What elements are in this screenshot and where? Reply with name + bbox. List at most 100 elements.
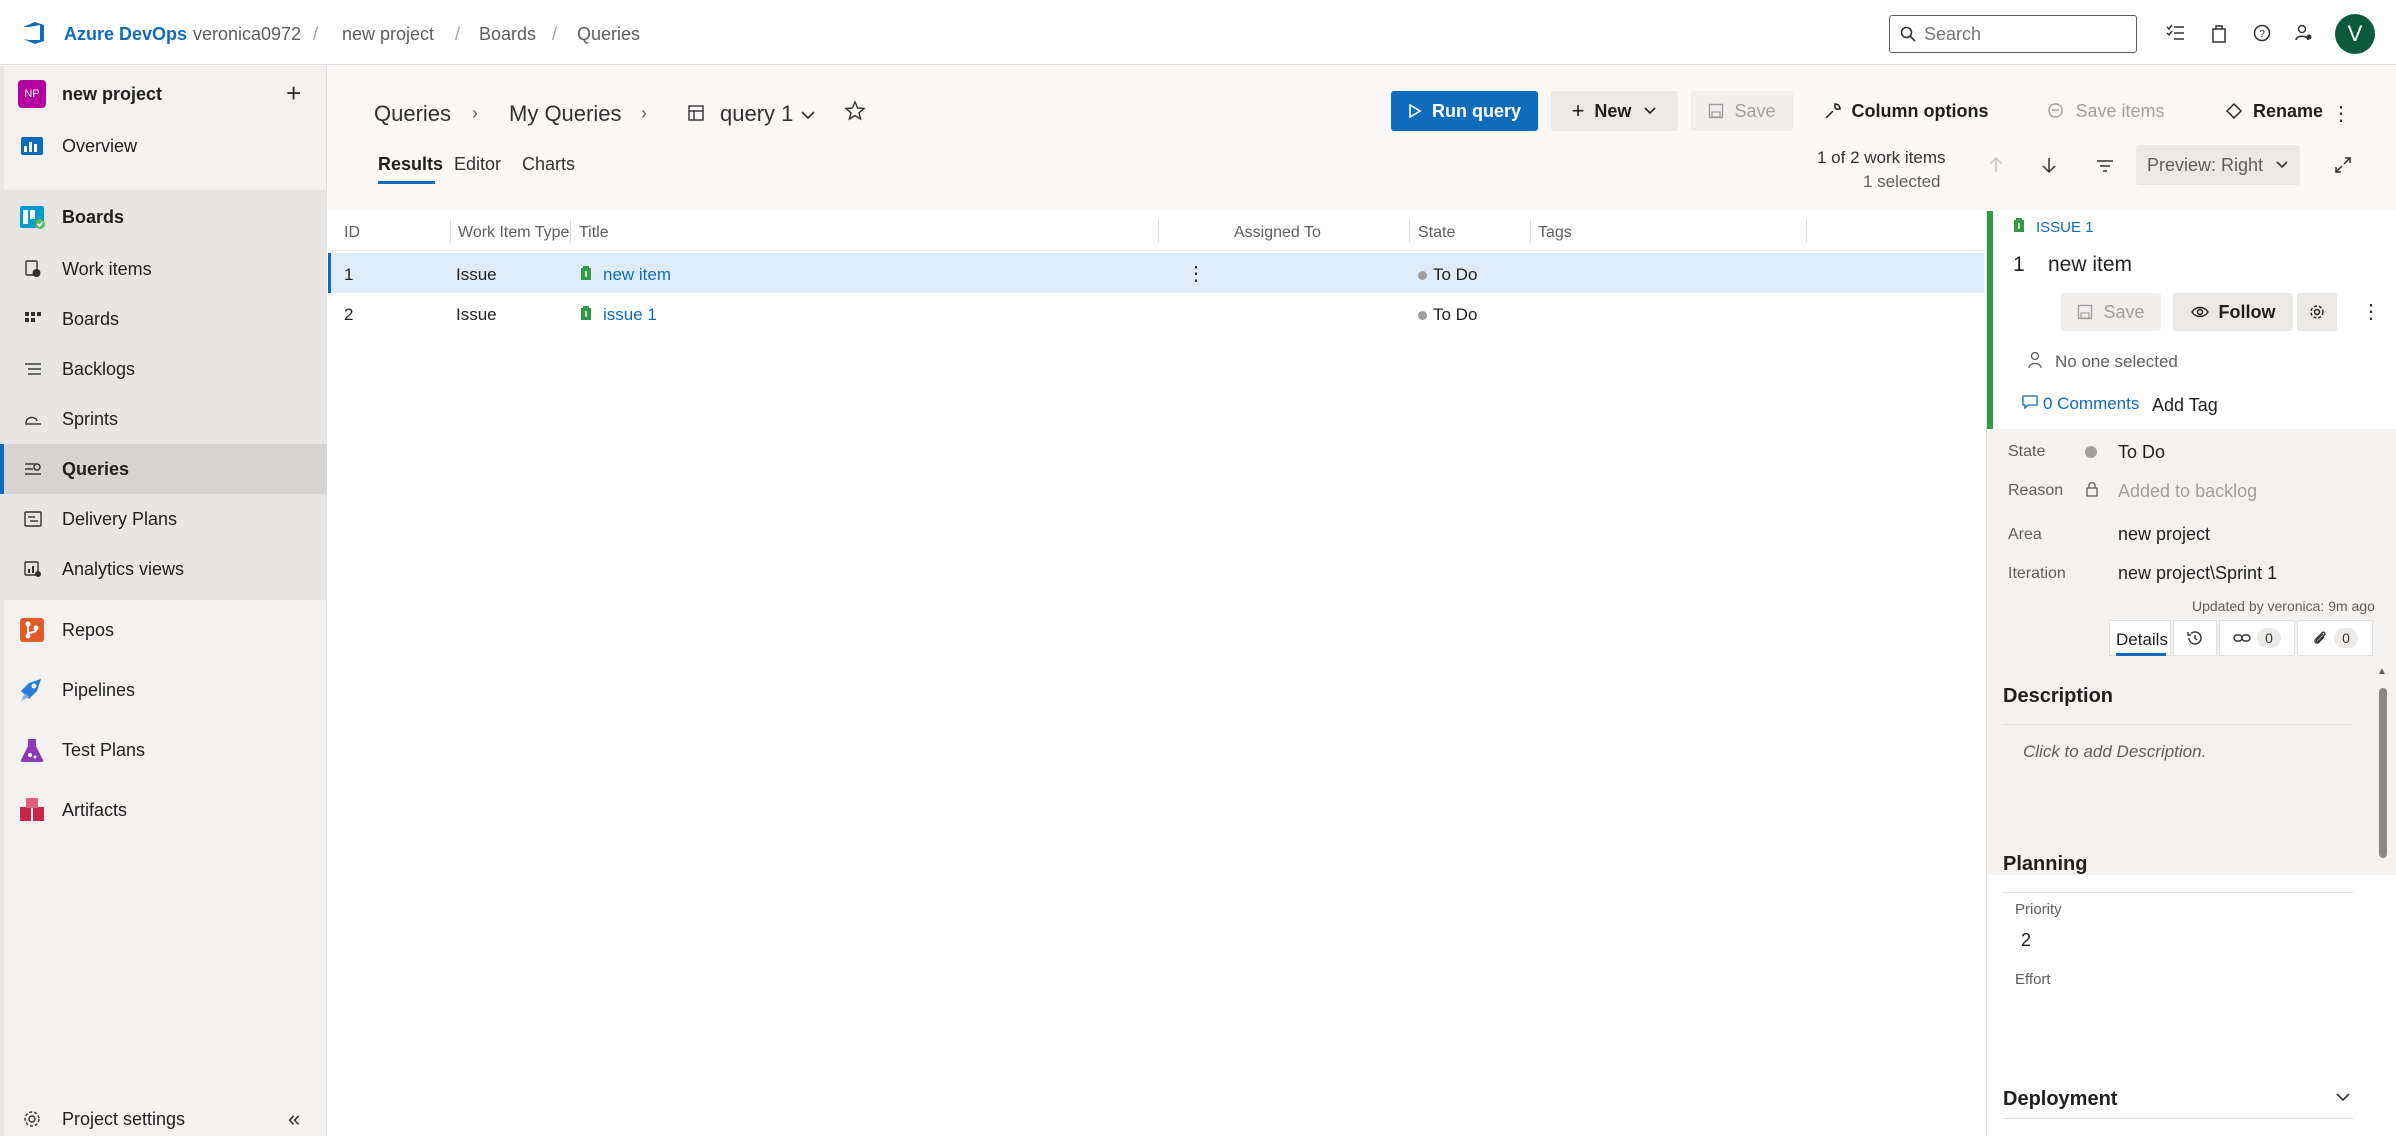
- state-value[interactable]: To Do: [2118, 442, 2165, 463]
- gear-icon: [2309, 304, 2325, 320]
- details-tab[interactable]: Details: [2109, 620, 2171, 656]
- assigned-to-field[interactable]: No one selected: [2055, 352, 2178, 372]
- panel-more-icon[interactable]: ⋮: [2361, 299, 2381, 324]
- scroll-up-icon[interactable]: ▲: [2377, 666, 2387, 677]
- favorite-star-icon[interactable]: [844, 100, 866, 127]
- sidebar-item-label: Artifacts: [62, 799, 128, 820]
- chevron-down-icon[interactable]: [800, 106, 816, 126]
- save-items-button[interactable]: Save items: [2018, 91, 2194, 131]
- table-row[interactable]: 2 Issue issue 1 To Do: [328, 293, 1984, 333]
- cell-state: To Do: [1418, 305, 1477, 325]
- settings-button[interactable]: [2297, 293, 2337, 331]
- sidebar-item-work-items[interactable]: Work items: [0, 244, 327, 294]
- search-box[interactable]: [1889, 15, 2137, 53]
- sidebar-item-analytics-views[interactable]: Analytics views: [0, 544, 327, 594]
- column-header-tags[interactable]: Tags: [1538, 224, 1572, 242]
- deployment-heading[interactable]: Deployment: [2003, 1088, 2117, 1111]
- comments-link[interactable]: 0 Comments: [2043, 394, 2139, 414]
- tab-editor[interactable]: Editor: [454, 154, 501, 175]
- column-header-type[interactable]: Work Item Type: [458, 224, 569, 242]
- planning-heading[interactable]: Planning: [2003, 853, 2087, 876]
- column-header-state[interactable]: State: [1418, 224, 1455, 242]
- panel-scrollbar[interactable]: [2379, 688, 2387, 858]
- breadcrumb-page[interactable]: Queries: [577, 24, 640, 45]
- filter-icon[interactable]: [2096, 158, 2114, 179]
- add-icon[interactable]: +: [286, 78, 301, 109]
- area-value[interactable]: new project: [2118, 524, 2210, 545]
- rename-button[interactable]: Rename: [2204, 91, 2344, 131]
- add-tag-button[interactable]: Add Tag: [2152, 395, 2218, 416]
- sidebar-item-backlogs[interactable]: Backlogs: [0, 344, 327, 394]
- project-settings[interactable]: Project settings «: [0, 1102, 327, 1136]
- sidebar-item-pipelines[interactable]: Pipelines: [0, 660, 327, 720]
- column-header-id[interactable]: ID: [344, 224, 360, 242]
- user-avatar[interactable]: V: [2335, 14, 2375, 54]
- updated-by-link[interactable]: Updated by veronica: 9m ago: [2192, 598, 2375, 614]
- sidebar-item-test-plans[interactable]: Test Plans: [0, 720, 327, 780]
- sidebar-item-overview[interactable]: Overview: [0, 122, 327, 170]
- follow-button[interactable]: Follow: [2173, 293, 2293, 331]
- breadcrumb-project[interactable]: new project: [342, 24, 434, 45]
- history-tab[interactable]: [2173, 620, 2217, 656]
- sidebar-item-repos[interactable]: Repos: [0, 600, 327, 660]
- marketplace-bag-icon[interactable]: [2208, 22, 2230, 44]
- collapse-sidebar-icon[interactable]: «: [288, 1106, 300, 1132]
- column-header-title[interactable]: Title: [579, 224, 609, 242]
- user-settings-icon[interactable]: [2293, 22, 2315, 44]
- column-divider[interactable]: [1158, 219, 1159, 243]
- azure-devops-logo-icon[interactable]: [20, 19, 48, 47]
- panel-save-button[interactable]: Save: [2061, 293, 2161, 331]
- sidebar-item-sprints[interactable]: Sprints: [0, 394, 327, 444]
- brand-name[interactable]: Azure DevOps: [64, 24, 187, 45]
- work-item-title[interactable]: new item: [2048, 253, 2132, 277]
- tab-charts[interactable]: Charts: [522, 154, 575, 175]
- description-field[interactable]: Click to add Description.: [2023, 742, 2206, 762]
- more-options-icon[interactable]: ⋮: [2331, 101, 2351, 126]
- priority-value[interactable]: 2: [2021, 930, 2031, 951]
- project-header[interactable]: NP new project +: [0, 66, 327, 122]
- work-item-type-link[interactable]: ISSUE 1: [2036, 219, 2094, 236]
- search-input[interactable]: [1924, 23, 2124, 45]
- save-icon: [2077, 304, 2093, 320]
- sidebar-item-queries[interactable]: Queries: [0, 444, 327, 494]
- cell-title-link[interactable]: new item: [603, 265, 671, 285]
- description-heading[interactable]: Description: [2003, 685, 2113, 708]
- sidebar-item-artifacts[interactable]: Artifacts: [0, 780, 327, 840]
- attachments-tab[interactable]: 0: [2297, 620, 2373, 656]
- column-divider[interactable]: [1409, 219, 1410, 243]
- save-button[interactable]: Save: [1691, 91, 1793, 131]
- sidebar-item-boards[interactable]: Boards: [0, 294, 327, 344]
- query-name[interactable]: query 1: [720, 101, 793, 127]
- iteration-value[interactable]: new project\Sprint 1: [2118, 563, 2277, 584]
- expand-icon[interactable]: [2334, 156, 2352, 179]
- breadcrumb-section[interactable]: Boards: [479, 24, 536, 45]
- column-divider[interactable]: [570, 219, 571, 243]
- run-query-button[interactable]: Run query: [1391, 91, 1538, 131]
- work-item-header: ISSUE 1 1 new item Save Follow ⋮ No one …: [1987, 211, 2396, 429]
- help-icon[interactable]: ?: [2251, 22, 2273, 44]
- column-divider[interactable]: [450, 219, 451, 243]
- new-button[interactable]: + New: [1551, 91, 1678, 131]
- sidebar-item-delivery-plans[interactable]: Delivery Plans: [0, 494, 327, 544]
- breadcrumb-queries[interactable]: Queries: [374, 101, 451, 127]
- column-divider[interactable]: [1530, 219, 1531, 243]
- column-options-button[interactable]: Column options: [1808, 91, 2004, 131]
- column-divider[interactable]: [1806, 219, 1807, 243]
- sidebar-item-boards-hub[interactable]: Boards: [0, 190, 327, 244]
- cell-title-link[interactable]: issue 1: [603, 305, 657, 325]
- project-name[interactable]: new project: [62, 84, 162, 105]
- breadcrumb-org[interactable]: veronica0972: [193, 24, 301, 45]
- table-row[interactable]: 1 Issue new item ⋮ To Do: [328, 253, 1984, 293]
- column-options-label: Column options: [1851, 100, 1989, 121]
- links-tab[interactable]: 0: [2219, 620, 2295, 656]
- column-header-assigned[interactable]: Assigned To: [1234, 224, 1321, 242]
- breadcrumb-my-queries[interactable]: My Queries: [509, 101, 621, 127]
- chevron-down-icon[interactable]: [2335, 1088, 2351, 1108]
- arrow-up-icon[interactable]: [1988, 156, 2004, 179]
- arrow-down-icon[interactable]: [2041, 156, 2057, 179]
- task-list-icon[interactable]: [2164, 22, 2186, 44]
- top-bar: Azure DevOps veronica0972 / new project …: [0, 0, 2396, 65]
- row-more-icon[interactable]: ⋮: [1186, 261, 1206, 286]
- tab-results[interactable]: Results: [378, 154, 443, 175]
- preview-pane-dropdown[interactable]: Preview: Right: [2136, 145, 2300, 185]
